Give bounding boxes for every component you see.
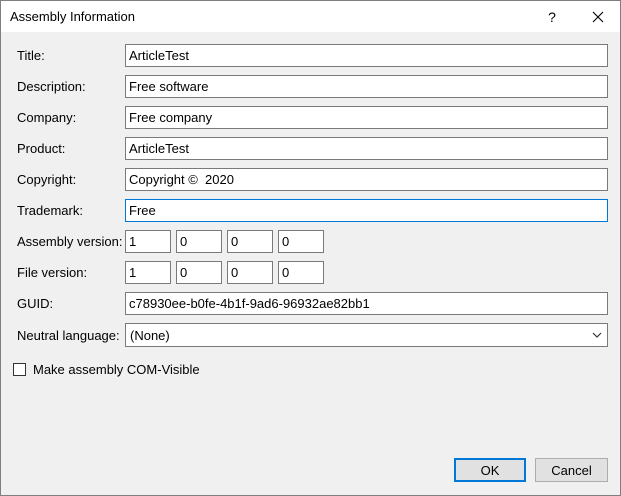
guid-field[interactable]	[125, 292, 608, 315]
file-version-revision[interactable]	[278, 261, 324, 284]
com-visible-option[interactable]: Make assembly COM-Visible	[13, 361, 200, 377]
close-icon	[592, 11, 603, 22]
com-visible-checkbox[interactable]	[13, 362, 26, 376]
file-version-build[interactable]	[227, 261, 273, 284]
window-title: Assembly Information	[10, 9, 135, 24]
copyright-field[interactable]	[125, 168, 608, 191]
assembly-version-label: Assembly version:	[17, 234, 123, 249]
assembly-information-dialog: Assembly Information ? Title: Descriptio…	[0, 0, 621, 496]
guid-label: GUID:	[17, 296, 54, 311]
assembly-version-revision[interactable]	[278, 230, 324, 253]
com-visible-label: Make assembly COM-Visible	[33, 361, 200, 377]
help-icon: ?	[548, 8, 556, 25]
file-version-major[interactable]	[125, 261, 171, 284]
neutral-language-label: Neutral language:	[17, 328, 120, 343]
trademark-label: Trademark:	[17, 203, 83, 218]
neutral-language-value: (None)	[130, 328, 170, 343]
product-label: Product:	[17, 141, 66, 156]
help-button[interactable]: ?	[532, 1, 572, 32]
company-label: Company:	[17, 110, 77, 125]
chevron-down-icon	[592, 332, 602, 338]
company-field[interactable]	[125, 106, 608, 129]
cancel-button[interactable]: Cancel	[535, 458, 608, 482]
title-label: Title:	[17, 48, 45, 63]
neutral-language-dropdown[interactable]: (None)	[125, 323, 608, 347]
trademark-field[interactable]	[125, 199, 608, 222]
close-button[interactable]	[575, 1, 620, 32]
assembly-version-build[interactable]	[227, 230, 273, 253]
title-bar: Assembly Information ?	[1, 1, 620, 32]
description-label: Description:	[17, 79, 86, 94]
product-field[interactable]	[125, 137, 608, 160]
title-field[interactable]	[125, 44, 608, 67]
copyright-label: Copyright:	[17, 172, 77, 187]
assembly-version-minor[interactable]	[176, 230, 222, 253]
description-field[interactable]	[125, 75, 608, 98]
file-version-minor[interactable]	[176, 261, 222, 284]
file-version-label: File version:	[17, 265, 88, 280]
ok-button[interactable]: OK	[454, 458, 526, 482]
assembly-version-major[interactable]	[125, 230, 171, 253]
